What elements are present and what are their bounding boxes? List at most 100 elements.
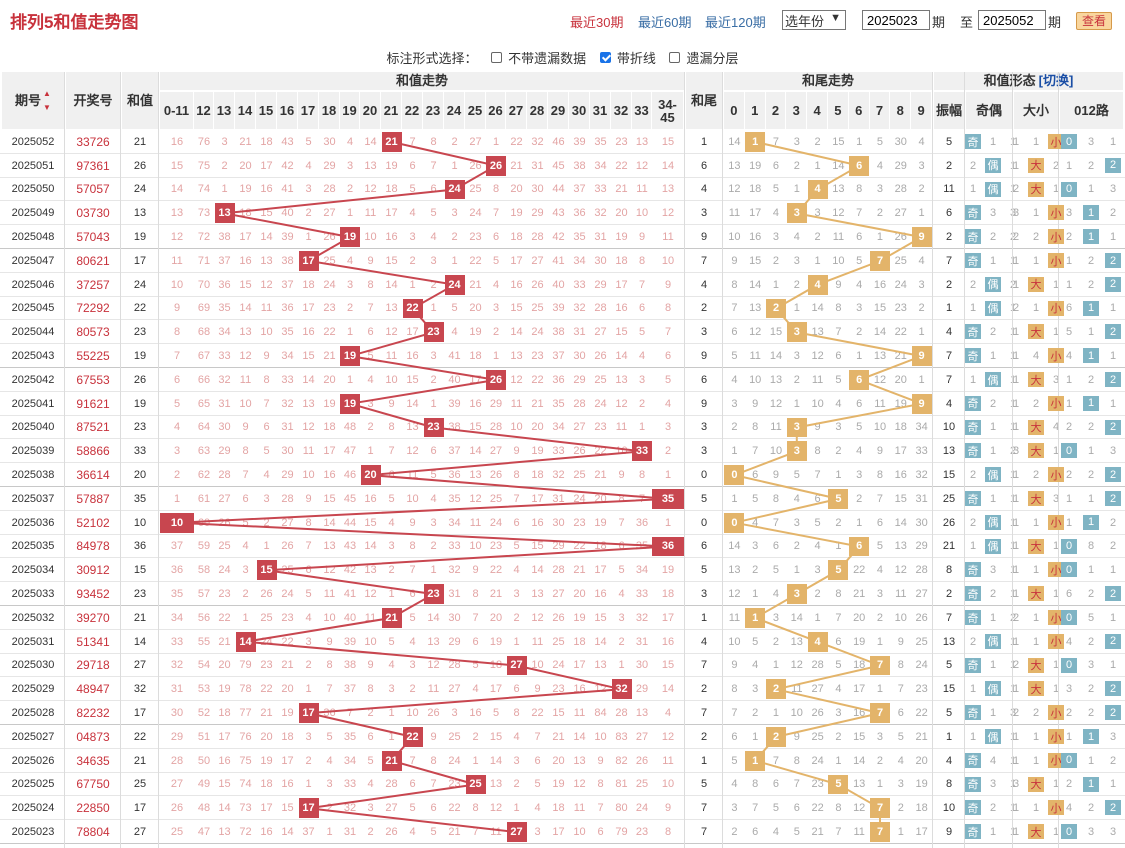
tail-miss-cell: 30 — [894, 135, 907, 148]
sum-miss-cell: 19 — [260, 754, 273, 767]
route-miss: 2 — [1109, 516, 1117, 529]
draw-number: 80573 — [76, 325, 110, 340]
sum-miss-cell: 17 — [281, 754, 294, 767]
amp-value: 5 — [945, 135, 953, 148]
even-tag: 偶 — [985, 538, 1001, 554]
sum-miss-cell: 23 — [615, 135, 628, 148]
tail-miss-cell: 1 — [835, 540, 842, 553]
sum-miss-cell: 12 — [427, 659, 440, 672]
sum-miss-cell: 3 — [534, 826, 541, 839]
sum-miss-cell: 21 — [531, 397, 544, 410]
sum-miss-cell: 74 — [239, 778, 252, 791]
sum-miss-cell: 31 — [218, 397, 231, 410]
sum-miss-cell: 8 — [618, 492, 625, 505]
sum-miss-cell: 19 — [615, 231, 628, 244]
issue-cell: 2025046 — [11, 278, 55, 291]
tail-miss-cell: 28 — [915, 564, 928, 577]
sum-miss-cell: 40 — [552, 278, 565, 291]
sum-miss-cell: 1 — [242, 611, 249, 624]
sum-miss-cell: 31 — [448, 588, 461, 601]
sum-miss-cell: 9 — [534, 683, 541, 696]
sum-miss-cell: 7 — [472, 611, 479, 624]
sum-miss-cell: 17 — [510, 254, 523, 267]
tail-miss-cell: 25 — [894, 254, 907, 267]
sum-miss-cell: 6 — [409, 588, 416, 601]
sum-miss-cell: 29 — [281, 469, 294, 482]
column-divider — [158, 72, 159, 848]
sum-miss-cell: 2 — [346, 302, 354, 315]
tail-miss-cell: 9 — [876, 445, 884, 458]
tail-miss-cell: 8 — [731, 278, 738, 291]
sum-miss-cell: 11 — [615, 421, 628, 434]
sum-miss-cell: 3 — [388, 683, 395, 696]
sum-miss-cell: 10 — [406, 707, 419, 720]
sum-miss-cell: 9 — [367, 254, 374, 267]
header-tail: 和尾 — [686, 72, 722, 129]
sum-miss-cell: 7 — [409, 754, 416, 767]
tail-ball: 1 — [745, 750, 766, 771]
row-divider — [0, 819, 1125, 821]
sum-miss-cell: 30 — [218, 421, 231, 434]
sum-miss-cell: 4 — [409, 826, 416, 839]
bs-miss: 1 — [1032, 302, 1040, 315]
tail-miss-cell: 4 — [814, 540, 821, 553]
sum-miss-cell: 12 — [635, 159, 649, 172]
odd-tag: 奇 — [965, 253, 981, 268]
sum-miss-cell: 78 — [239, 683, 252, 696]
sum-col-header: 14 — [235, 92, 255, 129]
sum-miss-cell: 1 — [513, 635, 520, 648]
sum-miss-cell: 4 — [305, 159, 312, 172]
header-issue[interactable]: 期号 ▲ ▼ — [2, 72, 64, 129]
route-miss: 1 — [1087, 326, 1095, 339]
sum-miss-cell: 23 — [323, 302, 336, 315]
tail-miss-cell: 5 — [897, 730, 904, 743]
sum-miss-cell: 37 — [170, 540, 184, 553]
sum-miss-cell: 19 — [489, 635, 503, 648]
sum-miss-cell: 46 — [343, 469, 357, 482]
sum-miss-cell: 31 — [343, 826, 357, 839]
tail-ball: 3 — [786, 203, 807, 224]
sum-miss-cell: 5 — [263, 445, 270, 458]
sum-value: 24 — [133, 183, 147, 196]
sum-miss-cell: 48 — [197, 802, 211, 815]
amp-value: 13 — [942, 445, 956, 458]
tail-miss-cell: 8 — [731, 683, 738, 696]
issue-cell: 2025031 — [11, 635, 55, 648]
sum-ball: 25 — [465, 774, 486, 795]
sum-miss-cell: 3 — [664, 421, 672, 434]
sum-miss-cell: 18 — [239, 207, 252, 220]
tail-miss-cell: 21 — [811, 826, 824, 839]
sum-miss-cell: 2 — [305, 754, 312, 767]
small-tag: 小 — [1048, 633, 1064, 649]
tail-miss-cell: 32 — [915, 469, 928, 482]
sum-miss-cell: 2 — [430, 540, 437, 553]
odd-miss: 1 — [969, 302, 977, 315]
sum-miss-cell: 1 — [346, 207, 354, 220]
bs-miss: 1 — [1032, 754, 1040, 767]
switch-link[interactable]: [切换] — [1039, 74, 1074, 88]
tail-miss-cell: 1 — [876, 778, 884, 791]
tail-ball: 7 — [870, 251, 890, 271]
tail-miss-cell: 5 — [856, 421, 863, 434]
draw-number: 82232 — [76, 706, 110, 721]
route-tag: 1 — [1083, 229, 1099, 245]
sum-value: 15 — [133, 564, 147, 577]
sum-miss-cell: 35 — [218, 302, 231, 315]
tail-miss-cell: 12 — [873, 373, 887, 386]
tail-miss-cell: 2 — [835, 445, 842, 458]
route-miss: 8 — [1087, 540, 1095, 553]
sum-miss-cell: 17 — [323, 445, 336, 458]
tail-miss-cell: 1 — [835, 469, 842, 482]
even-miss: 1 — [989, 254, 997, 267]
row-divider — [0, 509, 1125, 511]
sum-miss-cell: 7 — [305, 540, 312, 553]
tail-miss-cell: 10 — [894, 611, 907, 624]
sum-miss-cell: 24 — [531, 326, 544, 339]
sum-miss-cell: 21 — [594, 469, 607, 482]
sum-miss-cell: 28 — [531, 231, 544, 244]
sum-miss-cell: 35 — [448, 492, 461, 505]
sum-miss-cell: 28 — [323, 183, 336, 196]
sum-miss-cell: 75 — [239, 754, 252, 767]
issue-cell: 2025036 — [11, 516, 55, 529]
even-miss: 1 — [989, 611, 997, 624]
